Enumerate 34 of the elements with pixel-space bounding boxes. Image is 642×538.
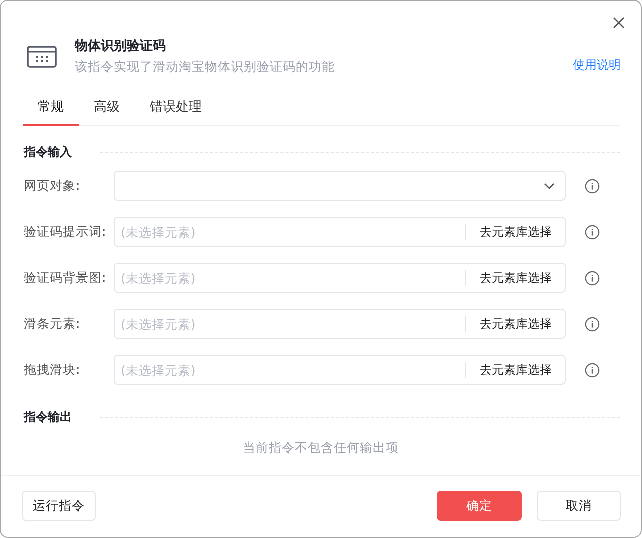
section-title: 指令输出 <box>24 409 72 426</box>
tab[interactable]: 错误处理 <box>135 98 217 126</box>
select-element-button[interactable]: 去元素库选择 <box>465 362 565 378</box>
dropdown-field[interactable] <box>114 171 566 201</box>
element-field[interactable]: (未选择元素) 去元素库选择 <box>114 355 566 385</box>
run-button[interactable]: 运行指令 <box>22 491 96 521</box>
select-element-button[interactable]: 去元素库选择 <box>465 316 565 332</box>
field-label: 拖拽滑块: <box>24 362 82 378</box>
tab[interactable]: 常规 <box>23 98 79 126</box>
chevron-down-icon <box>544 182 555 190</box>
help-link[interactable]: 使用说明 <box>573 57 621 74</box>
element-field[interactable]: (未选择元素) 去元素库选择 <box>114 217 566 247</box>
field-label: 验证码背景图: <box>24 270 108 286</box>
info-icon[interactable] <box>585 270 600 286</box>
dialog-title: 物体识别验证码 <box>75 38 167 55</box>
empty-message: 当前指令不包含任何输出项 <box>242 440 400 457</box>
cancel-button[interactable]: 取消 <box>537 491 621 521</box>
select-element-button[interactable]: 去元素库选择 <box>465 224 565 240</box>
select-element-button[interactable]: 去元素库选择 <box>465 270 565 286</box>
keyboard-icon <box>27 46 57 68</box>
field-label: 验证码提示词: <box>24 224 108 240</box>
field-label: 网页对象: <box>24 178 82 194</box>
close-icon[interactable] <box>611 15 627 31</box>
element-field[interactable]: (未选择元素) 去元素库选择 <box>114 263 566 293</box>
section-title: 指令输入 <box>24 144 72 161</box>
tab[interactable]: 高级 <box>79 98 135 126</box>
field-label: 滑条元素: <box>24 316 82 332</box>
confirm-button[interactable]: 确定 <box>437 491 522 521</box>
dialog-description: 该指令实现了滑动淘宝物体识别验证码的功能 <box>75 59 336 76</box>
info-icon[interactable] <box>585 224 600 240</box>
info-icon[interactable] <box>585 178 600 194</box>
info-icon[interactable] <box>585 316 600 332</box>
info-icon[interactable] <box>585 362 600 378</box>
element-field[interactable]: (未选择元素) 去元素库选择 <box>114 309 566 339</box>
